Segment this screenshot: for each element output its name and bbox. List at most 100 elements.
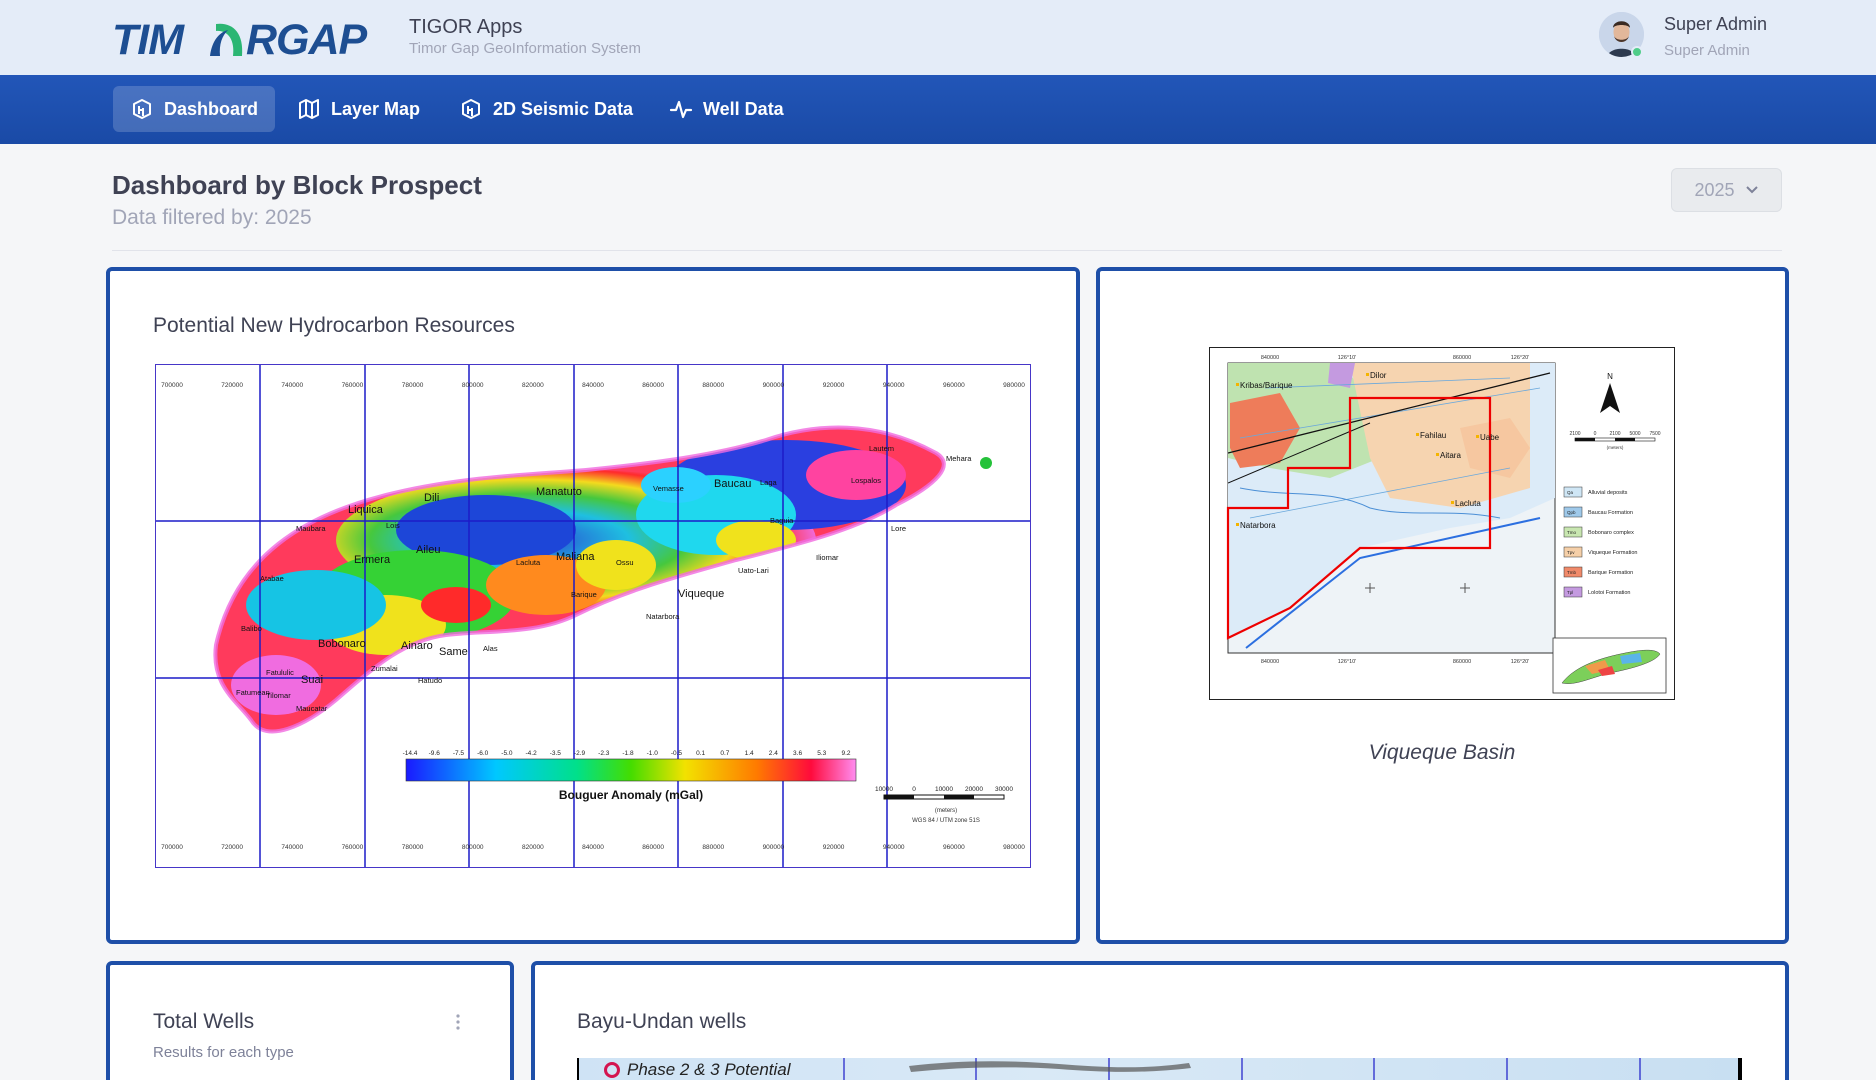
basin-top-tick: 126°10' xyxy=(1338,355,1357,361)
bouguer-anomaly-map[interactable]: 700000 720000 740000 760000 780000 800000 8200… xyxy=(155,364,1031,868)
chevron-down-icon xyxy=(1745,186,1758,194)
map-place-label: Balibo xyxy=(241,624,262,633)
scale-tick: 0 xyxy=(912,786,916,793)
svg-text:TIM: TIM xyxy=(112,18,185,60)
north-arrow-icon: N xyxy=(1600,372,1620,413)
svg-text:RGAP: RGAP xyxy=(246,18,368,60)
legend-name: Baucau Formation xyxy=(1588,510,1633,516)
legend-name: Viqueque Formation xyxy=(1588,550,1637,556)
scale-tick: 30000 xyxy=(995,786,1013,793)
colorbar-tick: 3.6 xyxy=(793,750,802,757)
map-x-tick-top: 880000 xyxy=(702,382,724,389)
basin-bottom-tick: 840000 xyxy=(1261,659,1279,665)
pulse-icon xyxy=(669,100,693,119)
basin-place-label: Uabe xyxy=(1480,433,1500,442)
map-x-tick-bottom: 860000 xyxy=(642,844,664,851)
colorbar-tick: 2.4 xyxy=(769,750,778,757)
map-place-label: Maucatar xyxy=(296,704,328,713)
colorbar-tick: -5.0 xyxy=(501,750,513,757)
seismic-icon xyxy=(462,99,480,119)
basin-scale-bar: 2100 0 2100 5000 7500 (meters) xyxy=(1569,431,1660,450)
map-x-tick-top: 840000 xyxy=(582,382,604,389)
map-place-label: Zumalai xyxy=(371,664,398,673)
nav-label: Well Data xyxy=(703,98,784,119)
map-place-label: Viqueque xyxy=(678,588,724,600)
nav-item-layer-map[interactable]: Layer Map xyxy=(280,86,437,132)
online-status-indicator xyxy=(1631,46,1643,58)
colorbar-tick: -1.0 xyxy=(647,750,659,757)
town-marker-icon xyxy=(1436,453,1439,456)
timorgap-logo[interactable]: TIM RGAP xyxy=(112,18,398,60)
colorbar-tick: -2.3 xyxy=(598,750,610,757)
total-wells-subtitle: Results for each type xyxy=(153,1044,294,1061)
map-x-tick-bottom: 960000 xyxy=(943,844,965,851)
dashboard-icon xyxy=(133,99,151,119)
nav-item-2d-seismic-data[interactable]: 2D Seismic Data xyxy=(442,86,650,132)
map-x-tick-top: 700000 xyxy=(161,382,183,389)
user-name[interactable]: Super Admin xyxy=(1664,14,1767,35)
map-place-label: Iliomar xyxy=(816,553,839,562)
map-place-label: Mehara xyxy=(946,454,972,463)
map-place-label: Liquica xyxy=(348,504,384,516)
nav-item-dashboard[interactable]: Dashboard xyxy=(113,86,276,132)
map-place-label: Maubara xyxy=(296,524,326,533)
app-subtitle: Timor Gap GeoInformation System xyxy=(409,40,642,57)
hydrocarbon-card-title: Potential New Hydrocarbon Resources xyxy=(153,314,515,337)
map-place-label: Barique xyxy=(571,590,597,599)
map-place-label: Tilomar xyxy=(266,691,291,700)
more-options-icon[interactable] xyxy=(452,1012,464,1032)
map-x-tick-top: 720000 xyxy=(221,382,243,389)
legend-name: Bobonaro complex xyxy=(1588,530,1634,536)
total-wells-title: Total Wells xyxy=(153,1010,255,1033)
top-header: TIM RGAP TIGOR Apps Timor Gap GeoInforma… xyxy=(0,0,1876,75)
map-icon xyxy=(299,99,319,119)
colorbar-tick: 1.4 xyxy=(745,750,754,757)
map-place-label: Lore xyxy=(891,524,906,533)
map-place-label: Lois xyxy=(386,521,400,530)
map-place-label: Bobonaro xyxy=(318,638,366,650)
colorbar-tick: -0.5 xyxy=(671,750,683,757)
heading-divider xyxy=(112,250,1782,251)
map-place-label: Lospalos xyxy=(851,476,881,485)
town-marker-icon xyxy=(1236,383,1239,386)
map-place-label: Alas xyxy=(483,644,498,653)
viqueque-basin-map[interactable]: Kribas/Barique Dilor Natarbora Fahilau Uabe A… xyxy=(1209,347,1675,700)
basin-caption: Viqueque Basin xyxy=(1368,741,1516,764)
nav-label: Layer Map xyxy=(331,98,421,119)
map-x-tick-bottom: 780000 xyxy=(402,844,424,851)
map-place-label: Fatululic xyxy=(266,668,294,677)
page-title: Dashboard by Block Prospect xyxy=(112,170,482,200)
map-place-label: Suai xyxy=(301,674,323,686)
basin-place-label: Dilor xyxy=(1370,371,1387,380)
nav-label: 2D Seismic Data xyxy=(493,98,634,119)
scale-tick: 20000 xyxy=(965,786,983,793)
map-place-label: Atabae xyxy=(260,574,284,583)
map-place-label: Baucau xyxy=(714,478,751,490)
map-x-tick-bottom: 760000 xyxy=(342,844,364,851)
map-x-tick-top: 740000 xyxy=(281,382,303,389)
main-navigation: Dashboard Layer Map 2D Seismic Data Well… xyxy=(0,75,1876,144)
nav-item-well-data[interactable]: Well Data xyxy=(652,86,801,132)
north-label: N xyxy=(1607,372,1613,381)
map-x-tick-bottom: 900000 xyxy=(763,844,785,851)
map-x-tick-bottom: 940000 xyxy=(883,844,905,851)
legend-code: Tpl xyxy=(1567,590,1573,595)
map-x-tick-top: 780000 xyxy=(402,382,424,389)
bayu-undan-legend: Phase 2 & 3 Potential xyxy=(603,1060,791,1080)
bayu-undan-map[interactable]: Phase 2 & 3 Potential xyxy=(577,1058,1742,1080)
map-place-label: Same xyxy=(439,646,468,658)
town-marker-icon xyxy=(1366,373,1369,376)
map-x-tick-bottom: 920000 xyxy=(823,844,845,851)
map-x-tick-bottom: 740000 xyxy=(281,844,303,851)
scale-tick: 10000 xyxy=(875,786,893,793)
colorbar-tick: 0.1 xyxy=(696,750,705,757)
colorbar-tick: -14.4 xyxy=(403,750,418,757)
map-place-label: Aileu xyxy=(416,544,440,556)
year-filter-select[interactable]: 2025 xyxy=(1671,168,1782,212)
map-x-tick-top: 760000 xyxy=(342,382,364,389)
colorbar-tick: 5.3 xyxy=(817,750,826,757)
colorbar-tick: -1.8 xyxy=(622,750,634,757)
basin-scale-tick: 0 xyxy=(1594,431,1597,437)
map-place-label: Ainaro xyxy=(401,640,433,652)
filter-description: Data filtered by: 2025 xyxy=(112,206,312,229)
